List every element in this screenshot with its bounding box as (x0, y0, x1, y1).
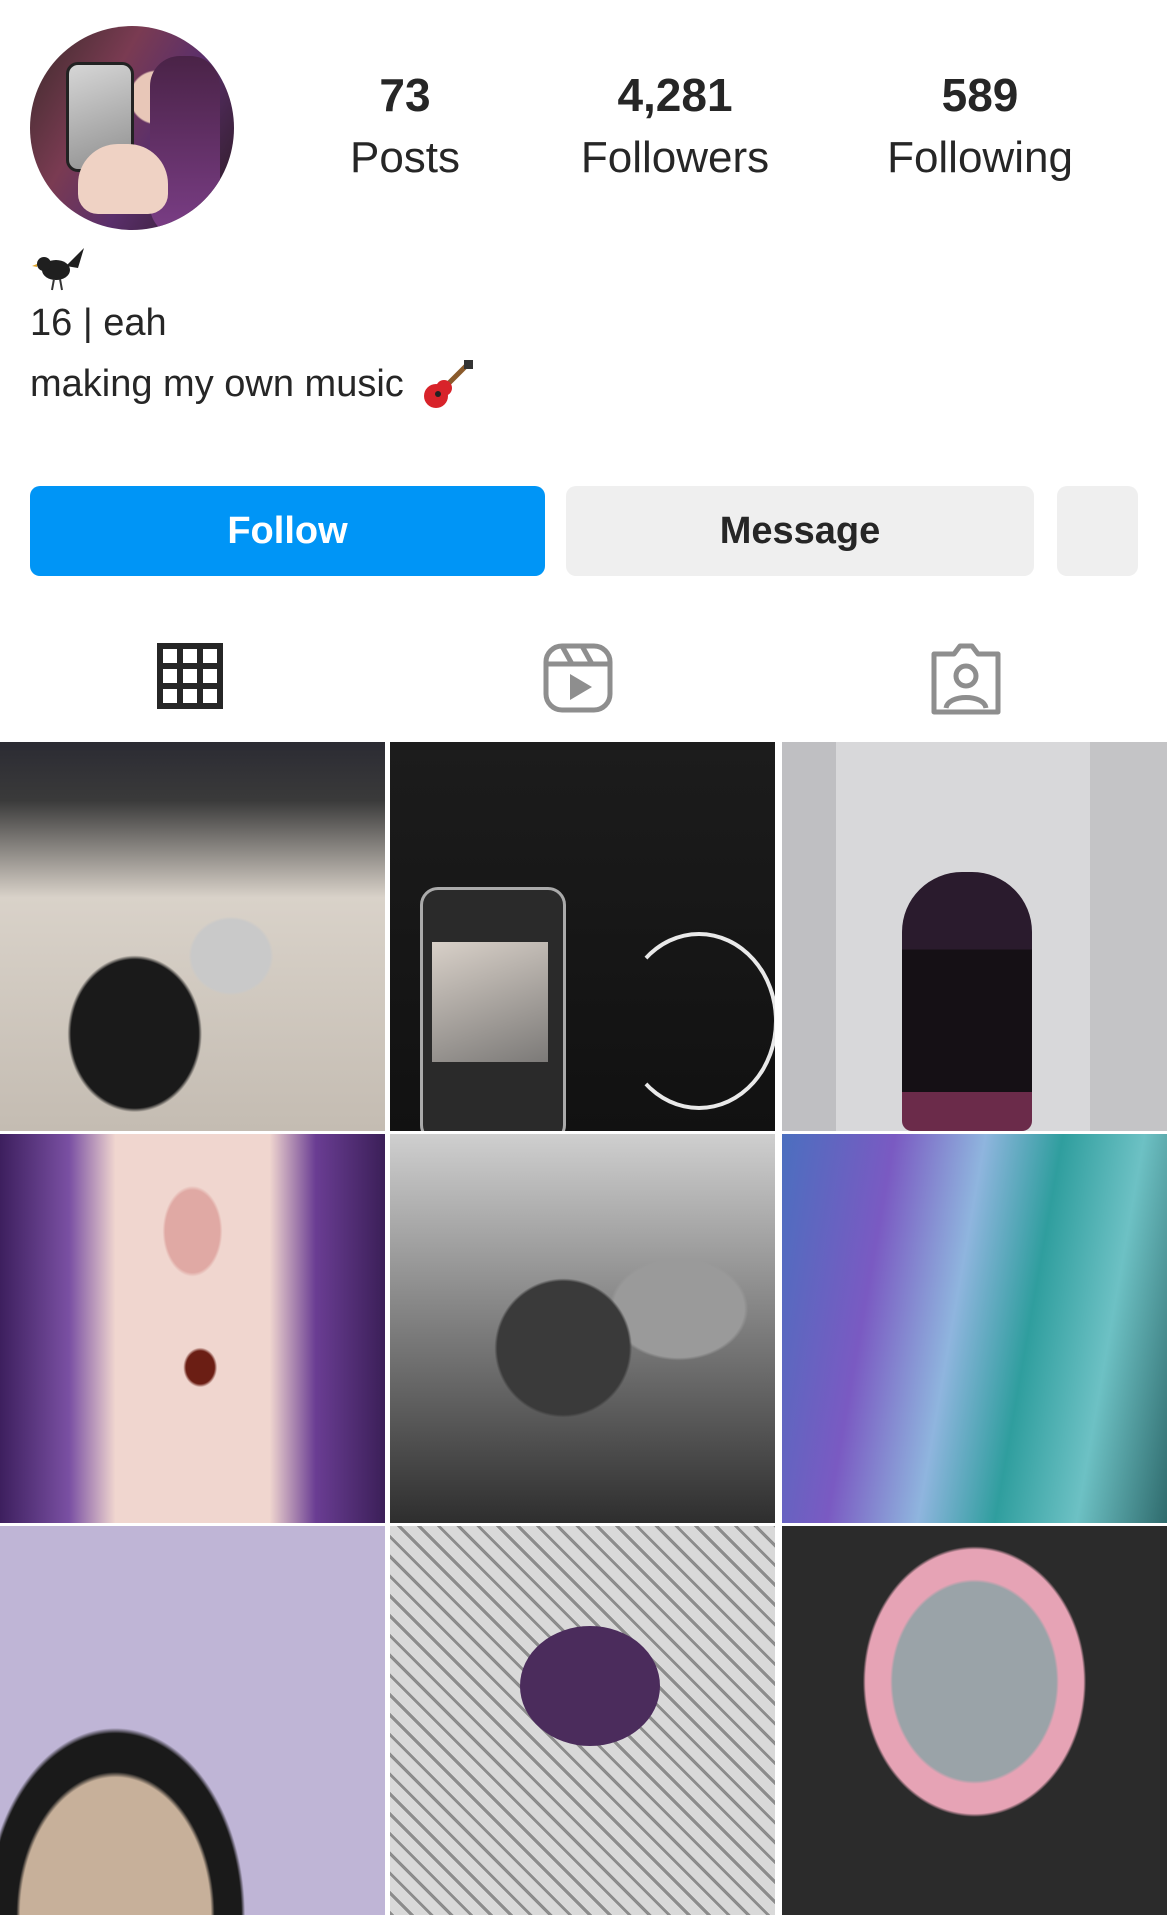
suggested-accounts-button[interactable] (1057, 486, 1138, 576)
posts-stat[interactable]: 73 Posts (330, 60, 480, 186)
message-button[interactable]: Message (566, 486, 1034, 576)
post-thumbnail[interactable] (390, 1526, 775, 1915)
guitar-emoji-icon (424, 360, 474, 408)
posts-count: 73 (379, 69, 431, 121)
post-thumbnail[interactable] (782, 1134, 1167, 1523)
followers-count: 4,281 (617, 69, 733, 121)
following-stat[interactable]: 589 Following (870, 60, 1090, 186)
post-thumbnail[interactable] (0, 1134, 385, 1523)
post-thumbnail[interactable] (782, 1526, 1167, 1915)
post-thumbnail[interactable] (0, 742, 385, 1131)
followers-label: Followers (580, 133, 770, 182)
post-thumbnail[interactable] (390, 742, 775, 1131)
post-thumbnail[interactable] (0, 1526, 385, 1915)
profile-avatar[interactable] (30, 26, 234, 230)
reels-icon[interactable] (538, 640, 618, 720)
post-thumbnail[interactable] (782, 742, 1167, 1131)
bio-text: making my own music (30, 363, 404, 406)
followers-stat[interactable]: 4,281 Followers (560, 60, 790, 186)
post-thumbnail[interactable] (390, 1134, 775, 1523)
following-label: Following (887, 133, 1073, 182)
grid-icon[interactable] (148, 640, 228, 720)
bio-line-description: making my own music (30, 360, 474, 412)
follow-button[interactable]: Follow (30, 486, 545, 576)
tagged-icon[interactable] (926, 640, 1006, 720)
blackbird-emoji-icon (32, 248, 84, 291)
bio-line-age: 16 | eah (30, 302, 167, 344)
posts-grid (0, 742, 1170, 1915)
posts-label: Posts (349, 133, 461, 182)
following-count: 589 (941, 69, 1019, 121)
